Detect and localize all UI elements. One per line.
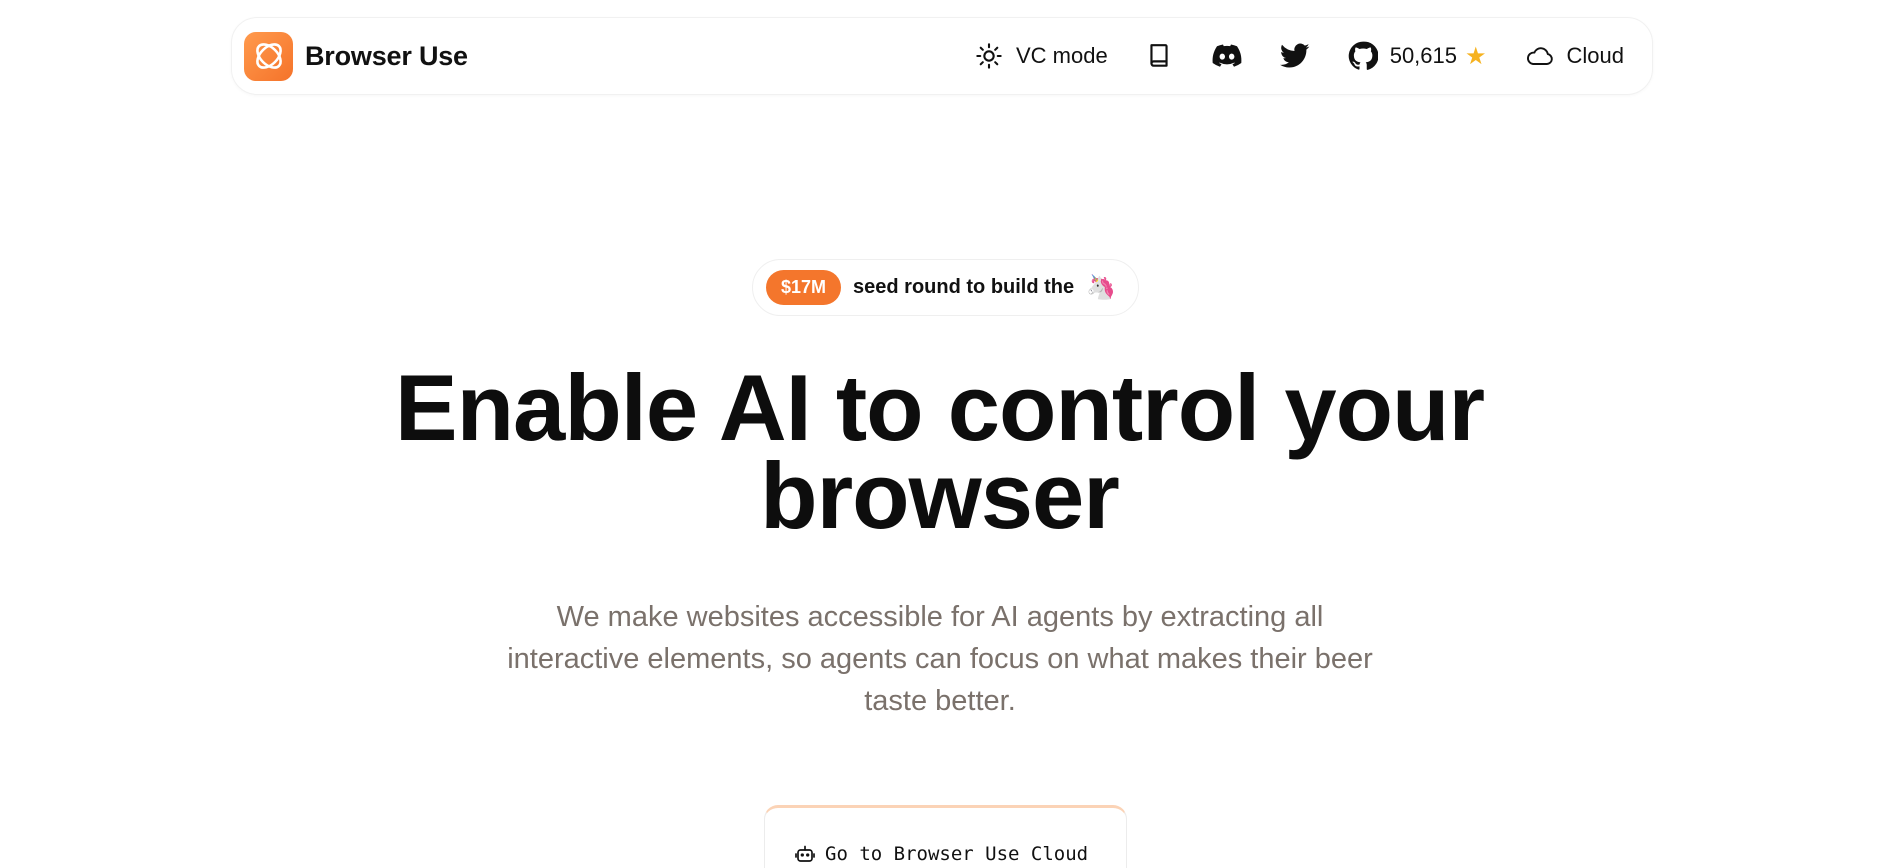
top-navbar: Browser Use VC mode 50,615 ★ Cloud bbox=[231, 17, 1653, 95]
brand-name: Browser Use bbox=[305, 40, 468, 71]
brand-home-link[interactable]: Browser Use bbox=[244, 31, 468, 81]
unicorn-icon: 🦄 bbox=[1086, 274, 1117, 301]
star-icon: ★ bbox=[1465, 42, 1487, 70]
go-to-cloud-label: Go to Browser Use Cloud bbox=[825, 843, 1089, 865]
vc-mode-toggle[interactable]: VC mode bbox=[974, 41, 1108, 71]
twitter-icon bbox=[1279, 41, 1310, 71]
hero-title-line-2: browser bbox=[760, 443, 1120, 548]
funding-text: seed round to build the bbox=[853, 276, 1075, 298]
go-to-cloud-button[interactable]: Go to Browser Use Cloud bbox=[764, 805, 1127, 868]
sun-icon bbox=[974, 41, 1004, 71]
nav-links: VC mode 50,615 ★ Cloud bbox=[974, 41, 1624, 71]
hero-subtitle-line-1: We make websites accessible for AI agent… bbox=[556, 601, 1324, 633]
browser-use-logo-icon bbox=[244, 31, 293, 81]
discord-link[interactable] bbox=[1212, 41, 1242, 71]
github-link[interactable]: 50,615 ★ bbox=[1348, 41, 1487, 71]
page: Browser Use VC mode 50,615 ★ Cloud $17M … bbox=[0, 0, 1879, 868]
twitter-link[interactable] bbox=[1279, 41, 1310, 71]
cloud-label: Cloud bbox=[1566, 43, 1624, 68]
docs-link[interactable] bbox=[1144, 41, 1174, 71]
hero-subtitle: We make websites accessible for AI agent… bbox=[440, 596, 1440, 722]
cloud-icon bbox=[1525, 41, 1555, 71]
github-stars-count: 50,615 bbox=[1389, 43, 1457, 68]
vc-mode-label: VC mode bbox=[1015, 43, 1108, 68]
hero-subtitle-line-3: taste better. bbox=[864, 685, 1016, 717]
cloud-link[interactable]: Cloud bbox=[1525, 41, 1624, 71]
funding-announcement-badge[interactable]: $17M seed round to build the 🦄 bbox=[752, 259, 1139, 316]
github-icon bbox=[1348, 41, 1378, 71]
hero-title: Enable AI to control your browser bbox=[0, 361, 1879, 543]
hero-subtitle-line-2: interactive elements, so agents can focu… bbox=[507, 643, 1373, 675]
robot-icon bbox=[795, 844, 815, 864]
discord-icon bbox=[1212, 41, 1242, 71]
funding-amount-pill: $17M bbox=[766, 270, 842, 305]
book-icon bbox=[1144, 41, 1174, 71]
